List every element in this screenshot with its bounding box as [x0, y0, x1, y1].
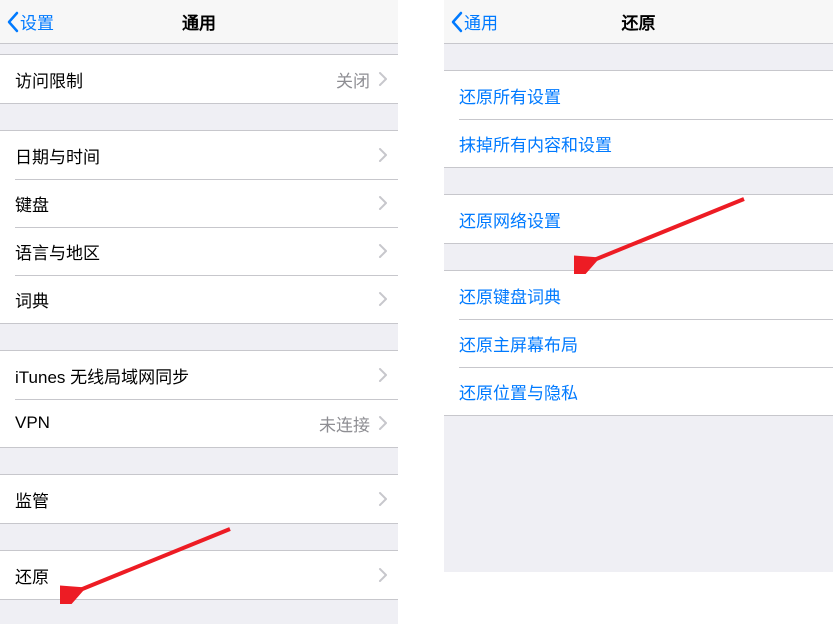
general-settings-screen: 设置 通用 访问限制 关闭 日期与时间 键盘: [0, 0, 398, 624]
chevron-right-icon: [378, 567, 388, 583]
chevron-right-icon: [378, 491, 388, 507]
row-label: 语言与地区: [15, 239, 378, 264]
back-label: 设置: [20, 9, 54, 34]
row-label: iTunes 无线局域网同步: [15, 363, 378, 388]
row-label: 抹掉所有内容和设置: [459, 131, 823, 156]
row-itunes-wifi-sync[interactable]: iTunes 无线局域网同步: [0, 351, 398, 399]
reset-screen: 通用 还原 还原所有设置 抹掉所有内容和设置 还原网络设置: [444, 0, 833, 572]
chevron-left-icon: [450, 11, 464, 33]
nav-bar: 设置 通用: [0, 0, 398, 44]
row-reset-network[interactable]: 还原网络设置: [444, 195, 833, 243]
row-label: 监管: [15, 487, 378, 512]
row-label: 还原主屏幕布局: [459, 331, 823, 356]
row-reset-location-privacy[interactable]: 还原位置与隐私: [444, 367, 833, 415]
row-reset-keyboard-dict[interactable]: 还原键盘词典: [444, 271, 833, 319]
row-label: 词典: [15, 287, 378, 312]
row-label: VPN: [15, 413, 319, 433]
chevron-right-icon: [378, 415, 388, 431]
row-keyboard[interactable]: 键盘: [0, 179, 398, 227]
chevron-right-icon: [378, 195, 388, 211]
chevron-right-icon: [378, 71, 388, 87]
chevron-right-icon: [378, 147, 388, 163]
chevron-left-icon: [6, 11, 20, 33]
row-label: 还原所有设置: [459, 83, 823, 108]
row-vpn[interactable]: VPN 未连接: [0, 399, 398, 447]
row-date-time[interactable]: 日期与时间: [0, 131, 398, 179]
row-label: 还原位置与隐私: [459, 379, 823, 404]
row-label: 键盘: [15, 191, 378, 216]
row-supervision[interactable]: 监管: [0, 475, 398, 523]
row-value: 关闭: [336, 67, 370, 92]
nav-bar: 通用 还原: [444, 0, 833, 44]
back-button[interactable]: 设置: [0, 9, 54, 34]
row-label: 还原键盘词典: [459, 283, 823, 308]
row-reset-home-layout[interactable]: 还原主屏幕布局: [444, 319, 833, 367]
row-label: 还原网络设置: [459, 207, 823, 232]
back-label: 通用: [464, 9, 498, 34]
row-value: 未连接: [319, 411, 370, 436]
content: 还原所有设置 抹掉所有内容和设置 还原网络设置 还原键盘词典 还原主屏幕布局: [444, 44, 833, 566]
row-language-region[interactable]: 语言与地区: [0, 227, 398, 275]
chevron-right-icon: [378, 243, 388, 259]
content: 访问限制 关闭 日期与时间 键盘 语言与地区: [0, 44, 398, 600]
row-dictionary[interactable]: 词典: [0, 275, 398, 323]
row-label: 访问限制: [15, 67, 336, 92]
back-button[interactable]: 通用: [444, 9, 498, 34]
row-label: 日期与时间: [15, 143, 378, 168]
row-label: 还原: [15, 563, 378, 588]
row-reset[interactable]: 还原: [0, 551, 398, 599]
chevron-right-icon: [378, 291, 388, 307]
nav-title: 还原: [444, 9, 833, 34]
row-erase-all[interactable]: 抹掉所有内容和设置: [444, 119, 833, 167]
nav-title: 通用: [0, 9, 398, 34]
row-restrictions[interactable]: 访问限制 关闭: [0, 55, 398, 103]
chevron-right-icon: [378, 367, 388, 383]
row-reset-all-settings[interactable]: 还原所有设置: [444, 71, 833, 119]
